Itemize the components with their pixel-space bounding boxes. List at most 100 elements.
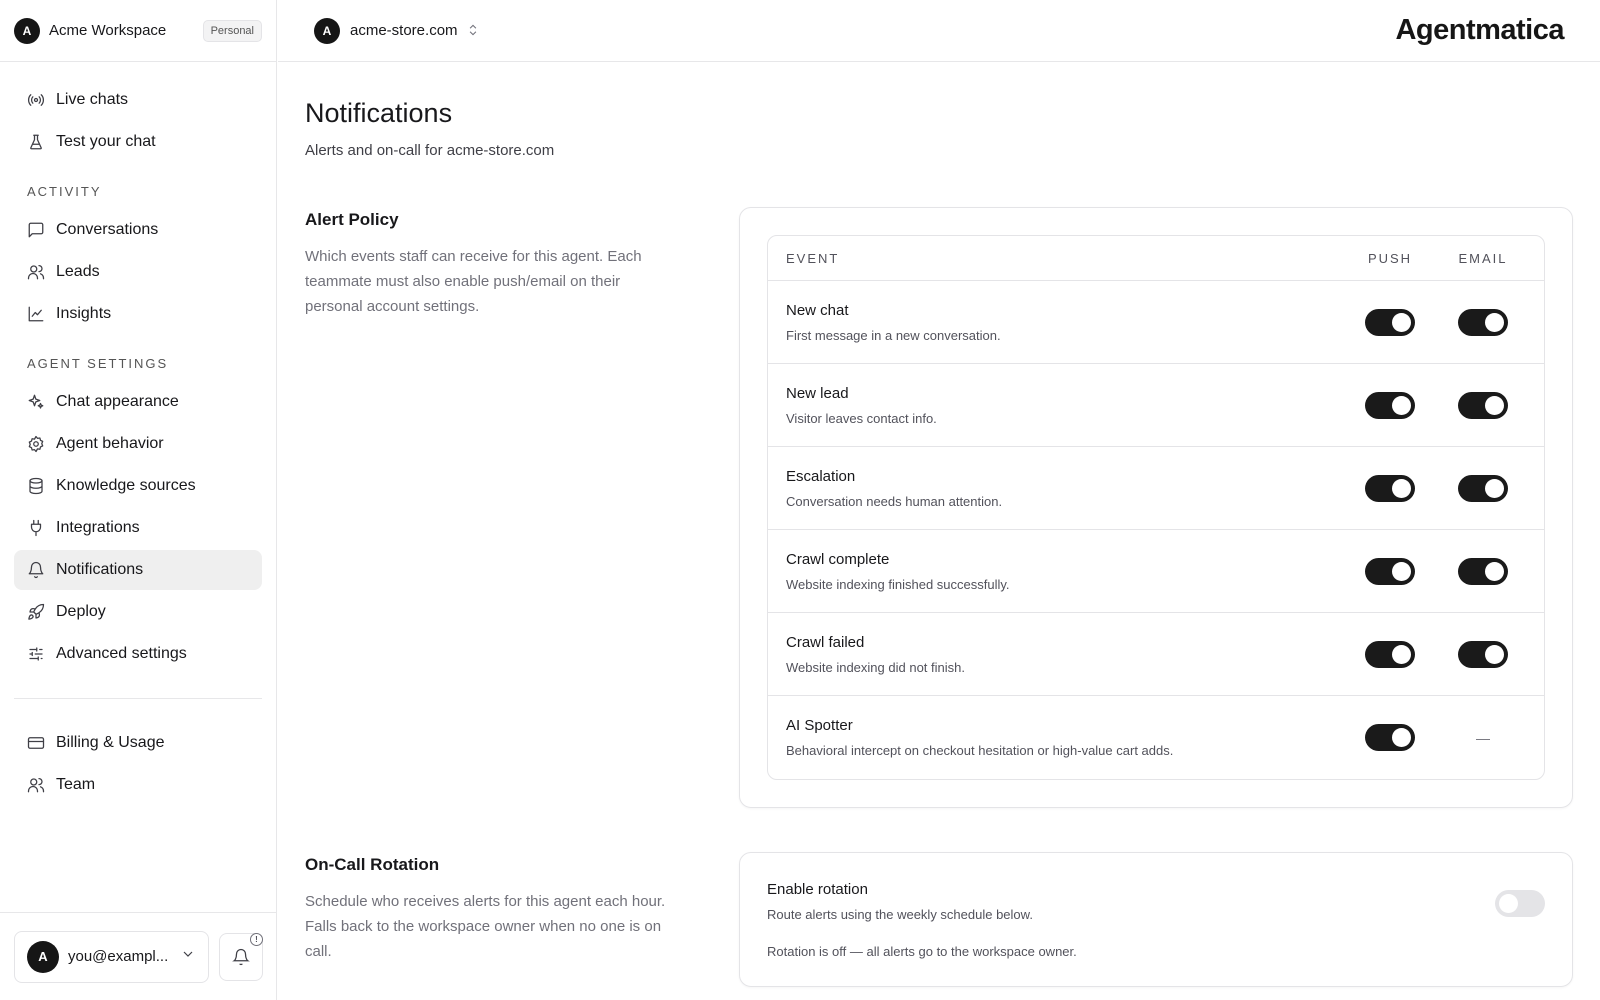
sidebar-nav-bottom: Billing & Usage Team [0,723,276,805]
sidebar-item-insights[interactable]: Insights [14,294,262,334]
event-name: Escalation [786,467,856,485]
sidebar-item-label: Live chats [56,91,129,108]
section-description: Schedule who receives alerts for this ag… [305,893,666,960]
event-name: Crawl complete [786,550,890,568]
nav-section-agent-settings: AGENT SETTINGS [27,355,169,371]
column-header-email: EMAIL [1458,250,1508,266]
site-avatar: A [314,17,340,44]
push-toggle[interactable] [1365,308,1415,336]
workspace-avatar: A [14,17,40,44]
sidebar-item-label: Notifications [56,561,144,578]
sidebar-item-label: Deploy [56,603,106,620]
event-description: Conversation needs human attention. [786,493,1003,509]
bell-icon [27,561,45,579]
event-description: First message in a new conversation. [786,327,1001,343]
flask-icon [27,133,45,151]
workspace-switcher[interactable]: A Acme Workspace Personal [0,0,276,62]
event-description: Visitor leaves contact info. [786,410,937,426]
push-toggle[interactable] [1365,474,1415,502]
column-header-event: EVENT [786,250,840,266]
sidebar-item-conversations[interactable]: Conversations [14,210,262,250]
enable-rotation-description: Route alerts using the weekly schedule b… [767,907,1033,922]
line-chart-icon [27,305,45,323]
alert-info-icon: ! [250,932,263,946]
user-email: you@exampl... [68,948,169,965]
page-title: Notifications [305,98,453,128]
event-name: New chat [786,301,849,319]
sidebar-item-label: Insights [56,305,112,322]
push-toggle[interactable] [1365,391,1415,419]
sidebar-item-label: Integrations [56,519,140,536]
email-toggle[interactable] [1458,391,1508,419]
user-menu-button[interactable]: A you@exampl... [14,930,210,983]
table-row: New lead Visitor leaves contact info. [768,364,1544,447]
workspace-plan-badge: Personal [202,19,262,42]
alert-policy-table: EVENT PUSH EMAIL New chat First message … [767,235,1545,780]
sidebar-item-billing[interactable]: Billing & Usage [14,723,262,763]
main-content: Notifications Alerts and on-call for acm… [305,62,1573,987]
sidebar-item-team[interactable]: Team [14,765,262,805]
sidebar-item-knowledge-sources[interactable]: Knowledge sources [14,466,262,506]
push-toggle[interactable] [1365,724,1415,751]
sidebar-item-live-chats[interactable]: Live chats [14,80,262,120]
sidebar-item-label: Advanced settings [56,645,187,662]
chevrons-up-down-icon [458,20,480,42]
push-toggle[interactable] [1365,557,1415,585]
sidebar-item-notifications[interactable]: Notifications [14,550,262,590]
email-unavailable: — [1476,729,1490,746]
users-icon [27,263,45,281]
sidebar-item-leads[interactable]: Leads [14,252,262,292]
sidebar-item-label: Billing & Usage [56,734,165,751]
event-description: Website indexing did not finish. [786,659,965,675]
email-toggle[interactable] [1458,474,1508,502]
site-switcher[interactable]: A acme-store.com [314,17,480,44]
section-description: Which events staff can receive for this … [305,248,642,315]
event-name: New lead [786,384,849,402]
sidebar-item-label: Knowledge sources [56,477,196,494]
enable-rotation-toggle[interactable] [1495,890,1545,917]
event-name: Crawl failed [786,633,865,651]
notifications-bell-button[interactable]: ! [219,932,263,981]
sidebar-item-deploy[interactable]: Deploy [14,592,262,632]
email-toggle[interactable] [1458,640,1508,668]
sidebar-item-agent-behavior[interactable]: Agent behavior [14,424,262,464]
page-subtitle: Alerts and on-call for acme-store.com [305,142,555,159]
sidebar-footer: A you@exampl... ! [0,912,277,1000]
section-title: On-Call Rotation [305,855,440,874]
on-call-section: On-Call Rotation Schedule who receives a… [305,852,1573,987]
plug-icon [27,519,45,537]
enable-rotation-label: Enable rotation [767,881,868,898]
sidebar-item-chat-appearance[interactable]: Chat appearance [14,382,262,422]
sidebar-nav: Live chats Test your chat ACTIVITY Conve… [0,62,276,674]
sidebar-divider [14,698,262,699]
push-toggle[interactable] [1365,640,1415,668]
site-name: acme-store.com [350,22,458,39]
event-name: AI Spotter [786,717,853,734]
table-row: AI Spotter Behavioral intercept on check… [768,696,1544,779]
table-header: EVENT PUSH EMAIL [768,236,1544,281]
sidebar-item-advanced-settings[interactable]: Advanced settings [14,634,262,674]
sidebar-item-label: Test your chat [56,133,156,150]
table-row: Crawl complete Website indexing finished… [768,530,1544,613]
event-description: Website indexing finished successfully. [786,576,1010,592]
email-toggle[interactable] [1458,557,1508,585]
sidebar-item-label: Chat appearance [56,393,179,410]
rocket-icon [27,603,45,621]
email-toggle[interactable] [1458,308,1508,336]
sidebar-item-integrations[interactable]: Integrations [14,508,262,548]
rotation-status-note: Rotation is off — all alerts go to the w… [767,944,1077,959]
sparkles-icon [27,393,45,411]
broadcast-icon [27,91,45,109]
users-icon [27,776,45,794]
table-row: New chat First message in a new conversa… [768,281,1544,364]
alert-policy-section: Alert Policy Which events staff can rece… [305,207,1573,808]
nav-section-activity: ACTIVITY [27,183,102,199]
event-description: Behavioral intercept on checkout hesitat… [786,743,1174,758]
user-avatar: A [27,940,59,973]
database-icon [27,477,45,495]
sidebar-item-test-your-chat[interactable]: Test your chat [14,122,262,162]
sidebar-item-label: Conversations [56,221,159,238]
table-row: Escalation Conversation needs human atte… [768,447,1544,530]
column-header-push: PUSH [1367,250,1413,266]
sidebar: A Acme Workspace Personal Live chats Tes… [0,0,277,1000]
